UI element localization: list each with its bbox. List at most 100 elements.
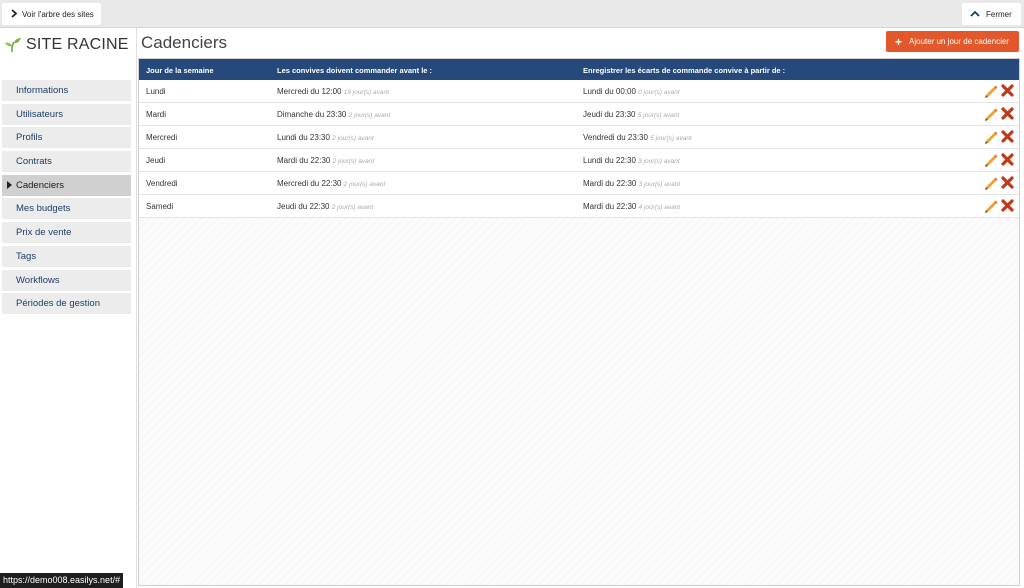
delete-x-icon[interactable] [1000, 129, 1015, 145]
order-deadline-note: 2 jour(s) avant [332, 135, 374, 142]
cell-day: Vendredi [146, 179, 178, 188]
sidebar-nav: Informations Utilisateurs Profils Contra… [2, 80, 131, 317]
order-deadline-text: Mercredi du 22:30 [277, 179, 342, 188]
table-row: Vendredi Mercredi du 22:30 2 jour(s) avan… [139, 172, 1019, 195]
cadenciers-table: Jour de la semaine Les convives doivent … [138, 58, 1020, 586]
cell-day: Lundi [146, 87, 166, 96]
record-start-text: Mardi du 22:30 [583, 202, 637, 211]
cell-record-start: Lundi du 22:30 3 jour(s) avant [583, 156, 680, 165]
sidebar-item-informations[interactable]: Informations [2, 80, 131, 101]
add-cadencier-day-button[interactable]: + Ajouter un jour de cadencier [886, 31, 1019, 52]
table-row: Mardi Dimanche du 23:30 2 jour(s) avant Je… [139, 103, 1019, 126]
record-start-note: 5 jour(s) avant [650, 135, 692, 142]
delete-x-icon[interactable] [1000, 152, 1015, 168]
close-button[interactable]: Fermer [962, 3, 1021, 25]
cell-order-deadline: Mardi du 22:30 2 jour(s) avant [277, 156, 374, 165]
sidebar-item-label: Prix de vente [16, 227, 72, 239]
order-deadline-text: Jeudi du 22:30 [277, 202, 330, 211]
column-header-record-start: Enregistrer les écarts de commande convi… [583, 66, 786, 75]
sidebar: SITE RACINE Informations Utilisateurs Pr… [0, 28, 137, 588]
table-row: Lundi Mercredi du 12:00 19 jour(s) avant L… [139, 80, 1019, 103]
record-start-text: Lundi du 22:30 [583, 156, 636, 165]
order-deadline-text: Lundi du 23:30 [277, 133, 330, 142]
close-label: Fermer [986, 9, 1012, 19]
delete-x-icon[interactable] [1000, 83, 1015, 99]
table-row: Jeudi Mardi du 22:30 2 jour(s) avant Lundi… [139, 149, 1019, 172]
cell-record-start: Mardi du 22:30 3 jour(s) avant [583, 179, 680, 188]
row-actions [983, 106, 1015, 122]
view-site-tree-button[interactable]: Voir l'arbre des sites [2, 3, 101, 25]
order-deadline-note: 19 jour(s) avant [343, 89, 389, 96]
cell-record-start: Mardi du 22:30 4 jour(s) avant [583, 202, 680, 211]
sidebar-item-profils[interactable]: Profils [2, 127, 131, 149]
record-start-text: Mardi du 22:30 [583, 179, 637, 188]
order-deadline-note: 2 jour(s) avant [332, 158, 375, 165]
site-logo: SITE RACINE [4, 35, 129, 55]
sidebar-item-label: Profils [16, 132, 43, 144]
cell-order-deadline: Dimanche du 23:30 2 jour(s) avant [277, 110, 390, 119]
table-body: Lundi Mercredi du 12:00 19 jour(s) avant L… [139, 80, 1019, 218]
cell-order-deadline: Lundi du 23:30 2 jour(s) avant [277, 133, 374, 142]
record-start-text: Vendredi du 23:30 [583, 133, 648, 142]
record-start-note: 5 jour(s) avant [637, 112, 680, 119]
sidebar-item-mes-budgets[interactable]: Mes budgets [2, 198, 131, 220]
cell-record-start: Vendredi du 23:30 5 jour(s) avant [583, 133, 692, 142]
delete-x-icon[interactable] [1000, 198, 1015, 214]
sidebar-item-cadenciers[interactable]: Cadenciers [2, 174, 131, 196]
status-bar-url: https://demo008.easilys.net/# [0, 573, 124, 588]
row-actions [983, 198, 1015, 214]
cell-day: Mardi [146, 110, 167, 119]
sidebar-item-label: Tags [16, 250, 37, 262]
column-header-day: Jour de la semaine [146, 66, 214, 75]
sidebar-item-periodes-de-gestion[interactable]: Périodes de gestion [2, 293, 131, 315]
sprout-icon [5, 38, 21, 53]
sidebar-item-label: Cadenciers [16, 179, 65, 191]
order-deadline-note: 2 jour(s) avant [348, 112, 391, 119]
cell-day: Samedi [146, 202, 174, 211]
pencil-icon[interactable] [983, 129, 998, 145]
view-site-tree-label: Voir l'arbre des sites [22, 9, 94, 19]
sidebar-item-label: Informations [16, 85, 69, 96]
sidebar-item-utilisateurs[interactable]: Utilisateurs [2, 103, 131, 125]
sidebar-item-label: Mes budgets [16, 203, 71, 215]
sidebar-item-label: Contrats [16, 156, 52, 168]
row-actions [983, 175, 1015, 191]
plus-icon: + [895, 34, 903, 49]
cell-record-start: Jeudi du 23:30 5 jour(s) avant [583, 110, 679, 119]
table-header: Jour de la semaine Les convives doivent … [139, 59, 1019, 80]
cell-order-deadline: Mercredi du 12:00 19 jour(s) avant [277, 87, 389, 96]
order-deadline-note: 2 jour(s) avant [331, 204, 374, 211]
row-actions [983, 152, 1015, 168]
sidebar-item-tags[interactable]: Tags [2, 245, 131, 267]
column-header-order-deadline: Les convives doivent commander avant le … [277, 66, 433, 75]
cell-day: Mercredi [146, 133, 178, 142]
cell-order-deadline: Mercredi du 22:30 2 jour(s) avant [277, 179, 385, 188]
sidebar-item-label: Workflows [16, 274, 60, 286]
top-bar: Voir l'arbre des sites Fermer [0, 0, 1024, 28]
table-row: Samedi Jeudi du 22:30 2 jour(s) avant Mard… [139, 195, 1019, 218]
record-start-note: 0 jour(s) avant [638, 89, 680, 96]
pencil-icon[interactable] [983, 175, 998, 191]
sidebar-item-workflows[interactable]: Workflows [2, 269, 131, 291]
chevron-right-icon [10, 8, 22, 20]
sidebar-item-contrats[interactable]: Contrats [2, 151, 131, 173]
sidebar-item-label: Périodes de gestion [16, 298, 100, 310]
pencil-icon[interactable] [983, 83, 998, 99]
delete-x-icon[interactable] [1000, 175, 1015, 191]
delete-x-icon[interactable] [1000, 106, 1015, 122]
order-deadline-text: Mardi du 22:30 [277, 156, 331, 165]
page-title: Cadenciers [141, 33, 227, 52]
row-actions [983, 129, 1015, 145]
pencil-icon[interactable] [983, 106, 998, 122]
chevron-up-icon [970, 10, 986, 19]
pencil-icon[interactable] [983, 152, 998, 168]
sidebar-item-label: Utilisateurs [16, 108, 63, 120]
record-start-note: 4 jour(s) avant [638, 204, 681, 211]
record-start-note: 3 jour(s) avant [638, 158, 680, 165]
cell-order-deadline: Jeudi du 22:30 2 jour(s) avant [277, 202, 373, 211]
site-name: SITE RACINE [26, 36, 129, 53]
sidebar-item-prix-de-vente[interactable]: Prix de vente [2, 222, 131, 244]
pencil-icon[interactable] [983, 198, 998, 214]
cell-day: Jeudi [146, 156, 166, 165]
table-row: Mercredi Lundi du 23:30 2 jour(s) avant Ve… [139, 126, 1019, 149]
